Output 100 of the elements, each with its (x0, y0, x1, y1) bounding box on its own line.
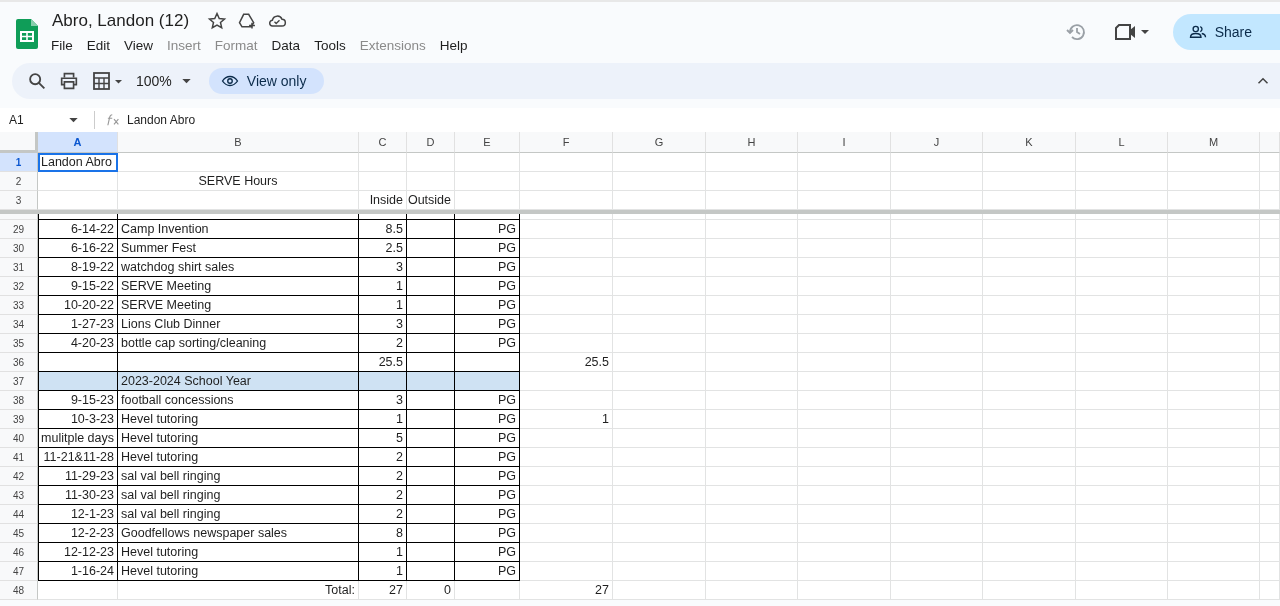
table-cell (1260, 410, 1280, 429)
table-cell: Hevel tutoring (118, 410, 359, 429)
column-header[interactable]: E (455, 132, 520, 153)
table-cell: Hevel tutoring (118, 429, 359, 448)
table-cell: PG (455, 220, 520, 239)
table-cell: 1 (359, 543, 407, 562)
menu-item[interactable]: Help (439, 36, 475, 55)
row-header[interactable]: 40 (0, 429, 38, 448)
table-cell (1260, 391, 1280, 410)
table-cell: PG (455, 410, 520, 429)
table-cell: 3 (359, 391, 407, 410)
table-cell (1260, 562, 1280, 581)
table-cell: 4-20-23 (38, 334, 118, 353)
row-header[interactable]: 33 (0, 296, 38, 315)
table-cell: 1 (359, 277, 407, 296)
column-header[interactable]: F (520, 132, 613, 153)
column-header[interactable]: K (983, 132, 1076, 153)
row-header[interactable]: 42 (0, 467, 38, 486)
table-cell: 3 (359, 315, 407, 334)
calculator-icon[interactable] (90, 69, 124, 93)
row-header[interactable]: 46 (0, 543, 38, 562)
table-cell: SERVE Hours (118, 172, 359, 191)
row-header[interactable]: 35 (0, 334, 38, 353)
row-header[interactable]: 31 (0, 258, 38, 277)
table-cell: PG (455, 296, 520, 315)
formula-value[interactable]: Landon Abro (127, 113, 196, 127)
name-box[interactable]: A1 (0, 113, 69, 127)
table-cell: sal val bell ringing (118, 505, 359, 524)
row-header[interactable]: 38 (0, 391, 38, 410)
table-cell: 2 (359, 467, 407, 486)
row-header[interactable]: 47 (0, 562, 38, 581)
table-cell: watchdog shirt sales (118, 258, 359, 277)
row-header[interactable]: 41 (0, 448, 38, 467)
column-header[interactable]: J (891, 132, 983, 153)
table-cell: 11-30-23 (38, 486, 118, 505)
row-header[interactable]: 44 (0, 505, 38, 524)
column-header[interactable]: G (613, 132, 706, 153)
column-header[interactable]: L (1076, 132, 1168, 153)
table-cell (1260, 448, 1280, 467)
table-cell: 9-15-22 (38, 277, 118, 296)
table-cell (1260, 296, 1280, 315)
table-cell: Lions Club Dinner (118, 315, 359, 334)
drive-add-icon[interactable] (237, 11, 258, 31)
row-header[interactable]: 48 (0, 581, 38, 600)
row-header[interactable]: 2 (0, 172, 38, 191)
caret-icon[interactable] (181, 78, 191, 84)
menu-item[interactable]: View (124, 36, 161, 55)
row-header[interactable]: 32 (0, 277, 38, 296)
table-cell: 10-20-22 (38, 296, 118, 315)
row-header[interactable]: 39 (0, 410, 38, 429)
print-icon[interactable] (58, 70, 80, 92)
table-cell: 10-3-23 (38, 410, 118, 429)
row-header[interactable]: 1 (0, 153, 38, 172)
search-icon[interactable] (26, 70, 48, 92)
table-cell: Landon Abro (38, 153, 118, 172)
table-cell (1260, 277, 1280, 296)
table-cell (1260, 429, 1280, 448)
row-header[interactable]: 30 (0, 239, 38, 258)
table-cell: Summer Fest (118, 239, 359, 258)
zoom-level[interactable]: 100% (136, 73, 172, 89)
menu-item[interactable]: Tools (314, 36, 353, 55)
menu-item[interactable]: Data (271, 36, 308, 55)
table-cell (1260, 353, 1280, 372)
table-cell: football concessions (118, 391, 359, 410)
menu-item[interactable]: File (51, 36, 80, 55)
table-cell: PG (455, 505, 520, 524)
table-cell: SERVE Meeting (118, 296, 359, 315)
table-cell: PG (455, 486, 520, 505)
table-cell (1260, 258, 1280, 277)
view-only-button[interactable]: View only (208, 68, 325, 94)
table-cell: sal val bell ringing (118, 467, 359, 486)
table-cell (1260, 315, 1280, 334)
table-cell: 2 (359, 486, 407, 505)
column-header[interactable]: M (1168, 132, 1260, 153)
row-header[interactable]: 3 (0, 191, 38, 210)
table-cell: 2 (359, 448, 407, 467)
star-icon[interactable] (207, 11, 228, 31)
column-header[interactable]: D (407, 132, 455, 153)
table-cell (1260, 467, 1280, 486)
column-header[interactable]: I (798, 132, 891, 153)
caret-icon[interactable] (69, 117, 78, 123)
row-header[interactable]: 43 (0, 486, 38, 505)
table-cell (1260, 239, 1280, 258)
column-header[interactable]: C (359, 132, 407, 153)
column-header[interactable]: B (118, 132, 359, 153)
table-cell: 1-16-24 (38, 562, 118, 581)
document-title[interactable]: Abro, Landon (12) (52, 11, 190, 31)
column-header[interactable]: H (706, 132, 798, 153)
row-header[interactable]: 36 (0, 353, 38, 372)
column-header[interactable]: A (38, 132, 118, 153)
row-header[interactable]: 29 (0, 220, 38, 239)
menu-item[interactable]: Edit (86, 36, 118, 55)
share-button[interactable]: Share (1172, 14, 1280, 50)
row-header[interactable]: 45 (0, 524, 38, 543)
row-header[interactable]: 34 (0, 315, 38, 334)
row-header[interactable]: 37 (0, 372, 38, 391)
table-cell: PG (455, 524, 520, 543)
spreadsheet-logo-icon[interactable] (16, 19, 38, 49)
table-cell: Hevel tutoring (118, 562, 359, 581)
table-cell: PG (455, 448, 520, 467)
